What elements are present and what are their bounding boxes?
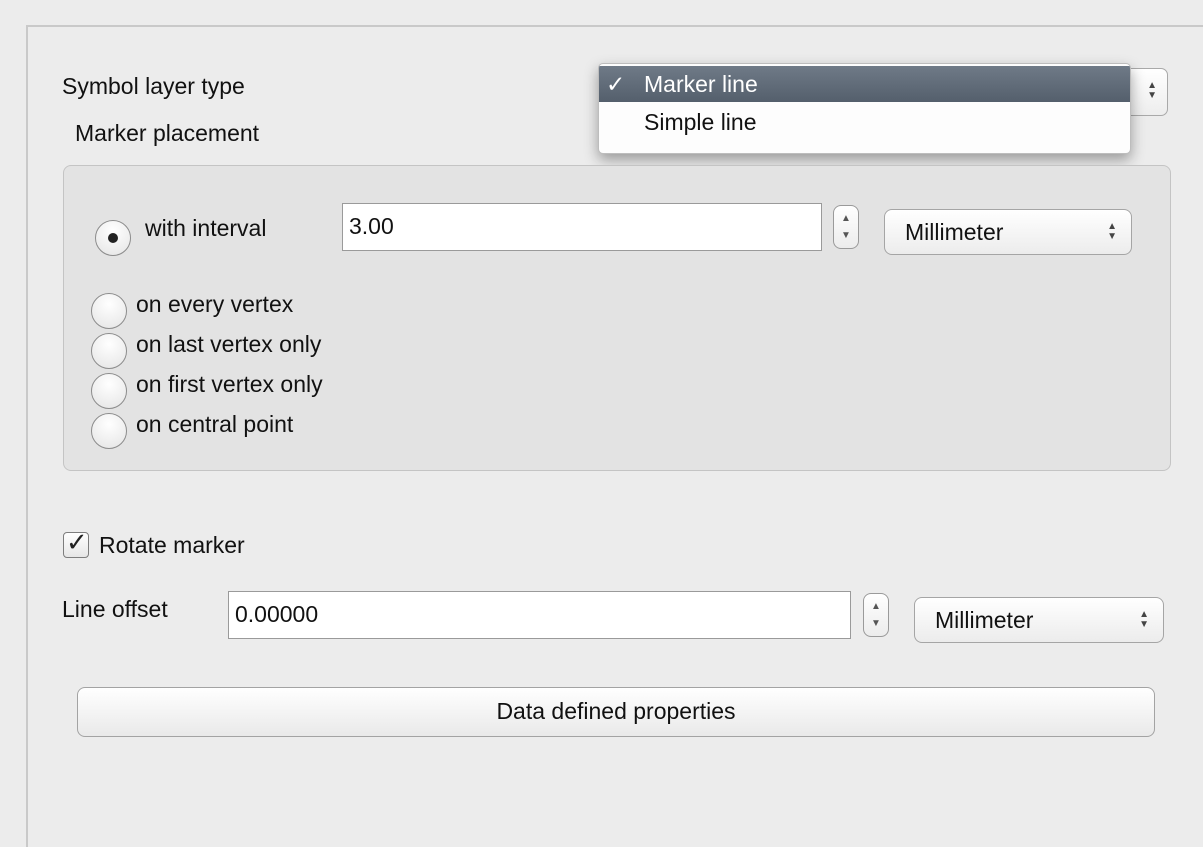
checkmark-icon: ✓ <box>66 527 88 557</box>
radio-with-interval[interactable] <box>95 220 131 256</box>
marker-placement-title: Marker placement <box>75 120 260 146</box>
line-offset-label: Line offset <box>62 596 168 622</box>
radio-on-first-vertex[interactable] <box>91 373 127 409</box>
radio-on-last-vertex[interactable] <box>91 333 127 369</box>
combo-arrows-icon: ▲ ▼ <box>1147 80 1157 101</box>
data-defined-properties-button[interactable]: Data defined properties <box>77 687 1155 737</box>
checkmark-icon: ✓ <box>606 71 626 97</box>
radio-selected-dot <box>108 233 118 243</box>
on-first-vertex-label: on first vertex only <box>136 371 323 397</box>
line-offset-unit-select[interactable]: Millimeter ▲ ▼ <box>914 597 1164 643</box>
line-offset-unit-value: Millimeter <box>935 607 1034 633</box>
symbol-layer-type-label: Symbol layer type <box>62 73 245 99</box>
spin-down-icon: ▼ <box>871 618 881 629</box>
rotate-marker-checkbox[interactable]: ✓ <box>63 527 89 558</box>
combo-arrows-icon: ▲ ▼ <box>1139 609 1149 630</box>
radio-on-every-vertex[interactable] <box>91 293 127 329</box>
interval-unit-select[interactable]: Millimeter ▲ ▼ <box>884 209 1132 255</box>
spin-down-icon: ▼ <box>841 230 851 241</box>
dropdown-option-label: Marker line <box>644 71 758 97</box>
interval-unit-value: Millimeter <box>905 219 1004 245</box>
interval-input[interactable]: 3.00 <box>342 203 822 251</box>
spin-up-icon: ▲ <box>841 213 851 224</box>
dropdown-option-label: Simple line <box>644 109 757 135</box>
rotate-marker-label: Rotate marker <box>99 532 245 558</box>
dropdown-option-simple-line[interactable]: Simple line <box>599 104 1130 140</box>
symbol-layer-type-dropdown: ✓ Marker line Simple line <box>598 63 1131 154</box>
spin-up-icon: ▲ <box>871 601 881 612</box>
on-every-vertex-label: on every vertex <box>136 291 294 317</box>
dropdown-option-marker-line[interactable]: ✓ Marker line <box>599 66 1130 102</box>
on-last-vertex-label: on last vertex only <box>136 331 322 357</box>
combo-arrows-icon: ▲ ▼ <box>1107 221 1117 242</box>
interval-spinner[interactable]: ▲ ▼ <box>833 205 859 249</box>
line-offset-input[interactable]: 0.00000 <box>228 591 851 639</box>
with-interval-label: with interval <box>145 215 267 241</box>
on-central-point-label: on central point <box>136 411 294 437</box>
radio-on-central-point[interactable] <box>91 413 127 449</box>
line-offset-spinner[interactable]: ▲ ▼ <box>863 593 889 637</box>
